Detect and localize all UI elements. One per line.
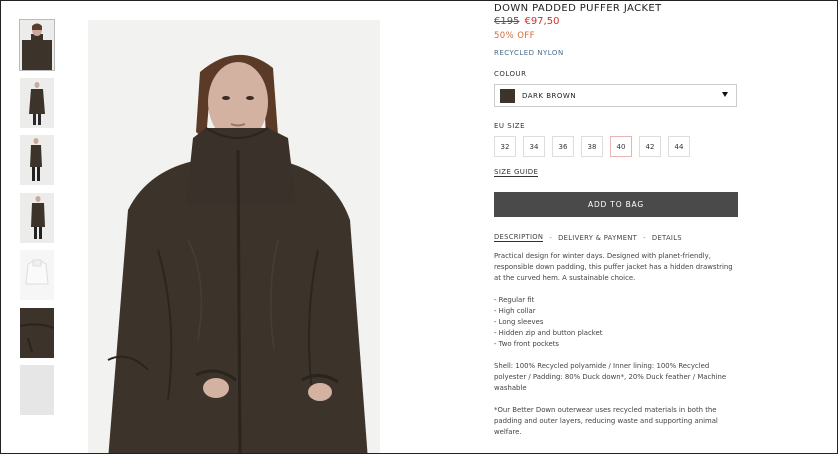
tab-separator: - — [643, 233, 646, 242]
size-options: 32 34 36 38 40 42 44 — [494, 136, 739, 157]
size-option-42[interactable]: 42 — [639, 136, 661, 157]
thumbnail-7[interactable] — [20, 365, 54, 415]
discount-badge: 50% OFF — [494, 31, 535, 41]
size-option-32[interactable]: 32 — [494, 136, 516, 157]
thumbnail-4[interactable] — [20, 192, 54, 243]
size-option-44[interactable]: 44 — [668, 136, 690, 157]
thumbnail-2[interactable] — [20, 77, 54, 128]
product-title: DOWN PADDED PUFFER JACKET — [494, 3, 662, 14]
original-price: €195 — [494, 16, 520, 27]
material-tag: RECYCLED NYLON — [494, 49, 564, 57]
feature-item: - Two front pockets — [494, 340, 560, 348]
colour-swatch — [500, 89, 515, 103]
colour-label: COLOUR — [494, 70, 527, 78]
size-option-36[interactable]: 36 — [552, 136, 574, 157]
main-product-image[interactable] — [88, 20, 380, 453]
size-option-40[interactable]: 40 — [610, 136, 632, 157]
thumbnail-6[interactable] — [20, 307, 54, 358]
feature-item: - Hidden zip and button placket — [494, 329, 603, 337]
price-block: €195 €97,50 — [494, 16, 739, 27]
composition-text: Shell: 100% Recycled polyamide / Inner l… — [494, 362, 727, 392]
size-label: EU SIZE — [494, 122, 525, 130]
thumbnail-1[interactable] — [19, 19, 55, 71]
product-info: DOWN PADDED PUFFER JACKET €195 €97,50 50%… — [494, 1, 739, 438]
add-to-bag-button[interactable]: ADD TO BAG — [494, 192, 738, 217]
tab-separator: - — [549, 233, 553, 242]
thumbnail-5[interactable] — [20, 250, 54, 300]
size-guide-link[interactable]: SIZE GUIDE — [494, 168, 539, 177]
thumbnail-3[interactable] — [20, 135, 54, 185]
tab-delivery-payment[interactable]: DELIVERY & PAYMENT — [558, 234, 637, 242]
tab-description[interactable]: DESCRIPTION — [494, 233, 544, 242]
caret-down-icon — [722, 92, 728, 97]
feature-item: - High collar — [494, 307, 536, 315]
product-page: DOWN PADDED PUFFER JACKET €195 €97,50 50%… — [0, 0, 838, 454]
sustainability-note: *Our Better Down outerwear uses recycled… — [494, 406, 718, 436]
colour-select[interactable]: DARK BROWN — [494, 84, 737, 107]
info-tabs: DESCRIPTION - DELIVERY & PAYMENT - DETAI… — [494, 233, 739, 242]
thumbnail-gallery — [19, 19, 55, 423]
colour-selected-value: DARK BROWN — [522, 92, 577, 100]
sale-price: €97,50 — [524, 16, 560, 27]
tab-details[interactable]: DETAILS — [652, 234, 682, 242]
size-option-34[interactable]: 34 — [523, 136, 545, 157]
description-panel: Practical design for winter days. Design… — [494, 251, 739, 438]
size-option-38[interactable]: 38 — [581, 136, 603, 157]
feature-item: - Regular fit — [494, 296, 535, 304]
description-intro: Practical design for winter days. Design… — [494, 252, 733, 282]
feature-item: - Long sleeves — [494, 318, 544, 326]
